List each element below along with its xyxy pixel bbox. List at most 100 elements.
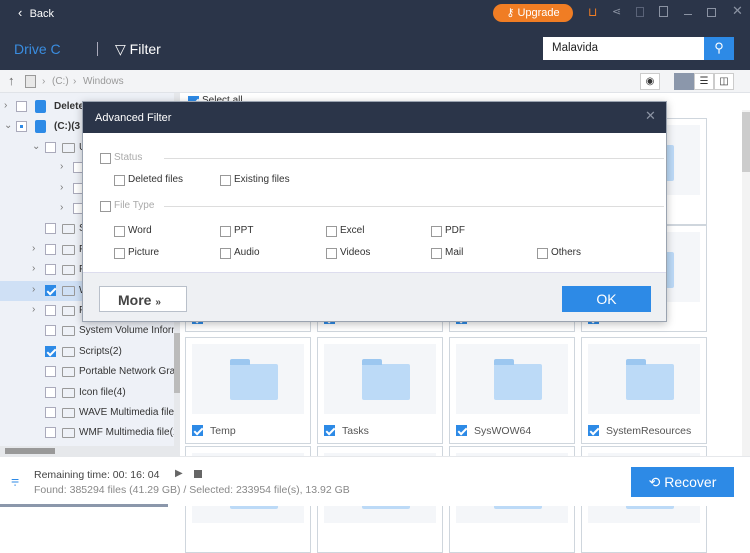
option-label: PDF xyxy=(445,225,465,236)
expand-toggle-icon[interactable]: ⌄ xyxy=(32,141,40,152)
back-label: Back xyxy=(29,8,55,20)
tree-checkbox[interactable] xyxy=(45,345,56,357)
tree-item-label: (C:)(3 xyxy=(54,121,81,133)
folder-icon xyxy=(62,224,75,235)
expand-toggle-icon[interactable]: ⌄ xyxy=(4,120,12,131)
tree-checkbox[interactable] xyxy=(45,141,56,153)
scan-icon: ⩦ xyxy=(11,471,20,487)
back-button[interactable]: ‹ Back xyxy=(18,5,54,20)
file-card[interactable]: Temp xyxy=(185,337,311,444)
trash-icon xyxy=(35,100,46,113)
thumbnail xyxy=(324,344,436,414)
up-arrow-icon[interactable]: ↑ xyxy=(8,73,15,88)
grid-scrollbar[interactable] xyxy=(742,110,750,456)
dialog-footer: More » OK xyxy=(83,272,666,321)
search-button[interactable]: ⚲ xyxy=(704,37,734,60)
expand-toggle-icon[interactable]: › xyxy=(32,243,35,254)
folder-icon xyxy=(626,359,674,400)
tree-checkbox[interactable] xyxy=(45,305,56,316)
status-label: Status xyxy=(114,152,143,163)
filter-icon: ▽ xyxy=(115,41,126,57)
expand-toggle-icon[interactable]: › xyxy=(60,202,63,213)
tree-item[interactable]: WMF Multimedia file(1) xyxy=(0,423,182,443)
expand-toggle-icon[interactable]: › xyxy=(60,182,63,193)
maximize-icon[interactable] xyxy=(707,8,716,17)
tab-drive[interactable]: Drive C xyxy=(14,41,61,57)
stop-icon[interactable] xyxy=(194,470,202,478)
folder-icon xyxy=(62,244,75,255)
minimize-icon[interactable] xyxy=(684,14,692,15)
detail-view-icon[interactable]: ◫ xyxy=(714,73,734,90)
tree-checkbox[interactable] xyxy=(45,325,56,337)
card-checkbox[interactable] xyxy=(588,425,599,436)
file-card[interactable]: SysWOW64 xyxy=(449,337,575,444)
tree-checkbox[interactable] xyxy=(45,223,56,235)
tree-checkbox[interactable] xyxy=(45,407,56,418)
tree-checkbox[interactable] xyxy=(16,101,27,112)
tree-item[interactable]: Portable Network Graph xyxy=(0,362,186,382)
breadcrumb-current[interactable]: Windows xyxy=(83,76,124,87)
list-view-icon[interactable]: ☰ xyxy=(694,73,714,90)
upgrade-button[interactable]: ⚷ Upgrade xyxy=(493,4,573,22)
grid-view-icon[interactable] xyxy=(674,73,694,90)
option-label: Picture xyxy=(128,247,160,258)
card-checkbox[interactable] xyxy=(192,425,203,436)
drive-icon xyxy=(35,120,46,134)
expand-toggle-icon[interactable]: › xyxy=(60,161,63,172)
option-label: Videos xyxy=(340,247,371,258)
card-label: Temp xyxy=(210,425,236,437)
more-button[interactable]: More » xyxy=(99,286,187,312)
ok-button[interactable]: OK xyxy=(562,286,651,312)
tree-checkbox[interactable] xyxy=(45,427,56,439)
thumbnail xyxy=(456,344,568,414)
recover-label: Recover xyxy=(664,474,717,490)
sidebar-hscrollbar[interactable] xyxy=(0,446,180,456)
expand-toggle-icon[interactable]: › xyxy=(32,304,35,315)
option-label: Excel xyxy=(340,225,365,236)
preview-toggle-icon[interactable]: ◉ xyxy=(640,73,660,90)
breadcrumb-root[interactable]: (C:) xyxy=(52,76,69,87)
folder-icon xyxy=(62,285,75,296)
share-icon[interactable]: ⋖ xyxy=(612,5,621,18)
tree-checkbox[interactable] xyxy=(45,386,56,398)
tree-item-label: WMF Multimedia file(1) xyxy=(79,427,182,439)
folder-icon xyxy=(362,359,410,400)
file-card[interactable]: SystemResources xyxy=(581,337,707,444)
advanced-filter-dialog: Advanced Filter ✕ Status Deleted files E… xyxy=(82,101,667,322)
dialog-close-icon[interactable]: ✕ xyxy=(645,108,656,124)
thumbnail xyxy=(588,344,700,414)
tree-checkbox[interactable] xyxy=(45,243,56,255)
search-input[interactable]: Malavida xyxy=(543,37,704,60)
folder-icon xyxy=(62,367,75,378)
upgrade-label: Upgrade xyxy=(517,7,560,19)
tree-item[interactable]: Icon file(4) xyxy=(0,383,180,403)
expand-toggle-icon[interactable]: › xyxy=(32,263,35,274)
cart-icon[interactable]: ⊔ xyxy=(588,5,597,19)
file-card[interactable]: Tasks xyxy=(317,337,443,444)
tree-item[interactable]: Scripts(2) xyxy=(0,342,180,362)
divider xyxy=(164,158,664,159)
tree-checkbox[interactable] xyxy=(45,366,56,378)
folder-icon xyxy=(62,346,75,357)
recover-button[interactable]: ⟲ Recover xyxy=(631,467,734,497)
card-checkbox[interactable] xyxy=(456,425,467,436)
folder-icon xyxy=(62,265,75,276)
download-icon[interactable] xyxy=(659,6,668,17)
tree-item[interactable]: System Volume Informat xyxy=(0,321,188,341)
tree-checkbox[interactable] xyxy=(45,284,56,296)
filter-button[interactable]: ▽ Filter xyxy=(115,41,161,58)
card-checkbox[interactable] xyxy=(324,425,335,436)
option-label: Others xyxy=(551,247,582,258)
expand-toggle-icon[interactable]: › xyxy=(4,100,7,111)
tree-checkbox[interactable] xyxy=(45,264,56,276)
play-icon[interactable]: ▶ xyxy=(175,468,183,479)
tree-checkbox[interactable] xyxy=(16,121,27,133)
expand-toggle-icon[interactable]: › xyxy=(32,284,35,295)
option-label: Word xyxy=(128,225,152,236)
tree-item[interactable]: WAVE Multimedia file(1) xyxy=(0,403,186,423)
feedback-icon[interactable] xyxy=(636,7,644,17)
folder-icon xyxy=(62,142,75,153)
option-label: Existing files xyxy=(234,174,290,185)
folder-icon xyxy=(62,326,75,337)
close-icon[interactable]: ✕ xyxy=(732,3,743,19)
